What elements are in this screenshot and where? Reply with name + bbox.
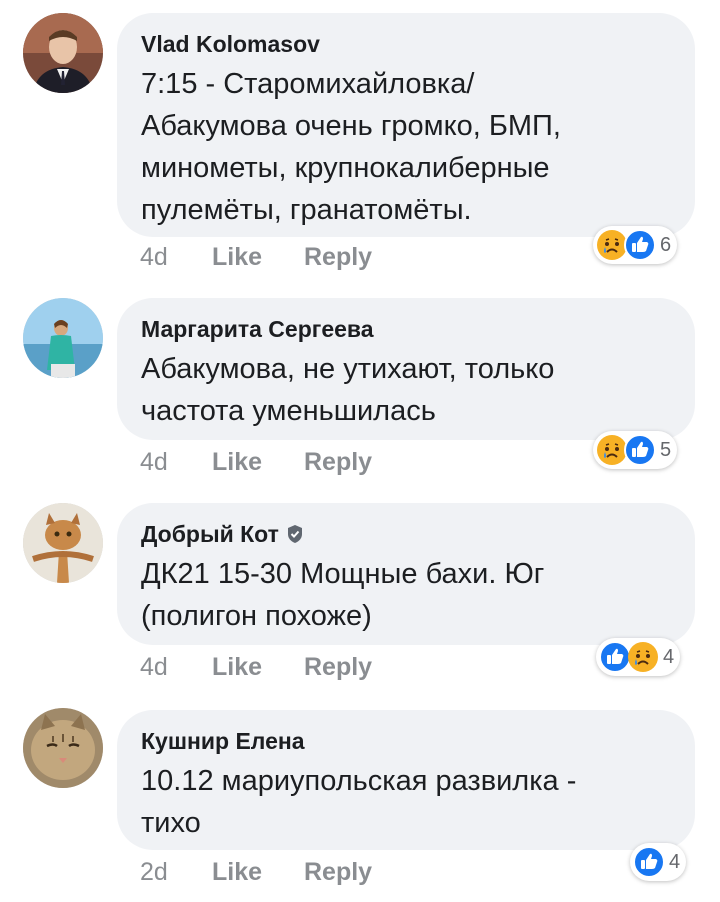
sad-icon — [627, 641, 659, 673]
comment-actions: 2d Like Reply — [140, 858, 372, 887]
comment-text: Абакумова, не утихают, только частота ум… — [141, 353, 555, 427]
reply-button[interactable]: Reply — [304, 653, 372, 682]
like-button[interactable]: Like — [212, 243, 304, 272]
like-icon — [633, 846, 665, 878]
reaction-count: 6 — [660, 233, 672, 256]
comment-bubble: Vlad Kolomasov 7:15 - Старомихайловка/ А… — [117, 13, 695, 237]
comment-author[interactable]: Добрый Кот — [141, 519, 671, 549]
avatar[interactable] — [23, 708, 103, 788]
like-button[interactable]: Like — [212, 858, 304, 887]
comment-bubble: Маргарита Сергеева Абакумова, не утихают… — [117, 298, 695, 440]
reaction-count: 4 — [663, 645, 675, 668]
comment-actions: 4d Like Reply — [140, 448, 372, 477]
comment-author[interactable]: Маргарита Сергеева — [141, 314, 671, 344]
comment-age[interactable]: 2d — [140, 858, 212, 887]
like-button[interactable]: Like — [212, 448, 304, 477]
comment-actions: 4d Like Reply — [140, 653, 372, 682]
comment-text: ДК21 15-30 Мощные бахи. Юг (полигон похо… — [141, 558, 545, 632]
reply-button[interactable]: Reply — [304, 858, 372, 887]
comment-age[interactable]: 4d — [140, 243, 212, 272]
comment-age[interactable]: 4d — [140, 653, 212, 682]
reaction-count: 5 — [660, 438, 672, 461]
comment-author[interactable]: Кушнир Елена — [141, 726, 671, 756]
comment-age[interactable]: 4d — [140, 448, 212, 477]
avatar[interactable] — [23, 298, 103, 378]
comment-author[interactable]: Vlad Kolomasov — [141, 29, 671, 59]
comment-text: 7:15 - Старомихайловка/ Абакумова очень … — [141, 68, 561, 226]
reply-button[interactable]: Reply — [304, 243, 372, 272]
reaction-summary[interactable]: 4 — [630, 843, 687, 881]
verified-badge-icon — [287, 525, 302, 543]
reaction-summary[interactable]: 5 — [593, 431, 678, 469]
reaction-summary[interactable]: 4 — [596, 638, 681, 676]
comment-actions: 4d Like Reply — [140, 243, 372, 272]
reply-button[interactable]: Reply — [304, 448, 372, 477]
comment-author-name: Добрый Кот — [141, 521, 279, 547]
comment-bubble: Кушнир Елена 10.12 мариупольская развилк… — [117, 710, 695, 850]
like-icon — [624, 434, 656, 466]
comment-text: 10.12 мариупольская развилка - тихо — [141, 765, 577, 839]
reaction-count: 4 — [669, 850, 681, 873]
like-button[interactable]: Like — [212, 653, 304, 682]
avatar[interactable] — [23, 13, 103, 93]
like-icon — [624, 229, 656, 261]
comment-bubble: Добрый Кот ДК21 15-30 Мощные бахи. Юг (п… — [117, 503, 695, 645]
reaction-summary[interactable]: 6 — [593, 226, 678, 264]
avatar[interactable] — [23, 503, 103, 583]
